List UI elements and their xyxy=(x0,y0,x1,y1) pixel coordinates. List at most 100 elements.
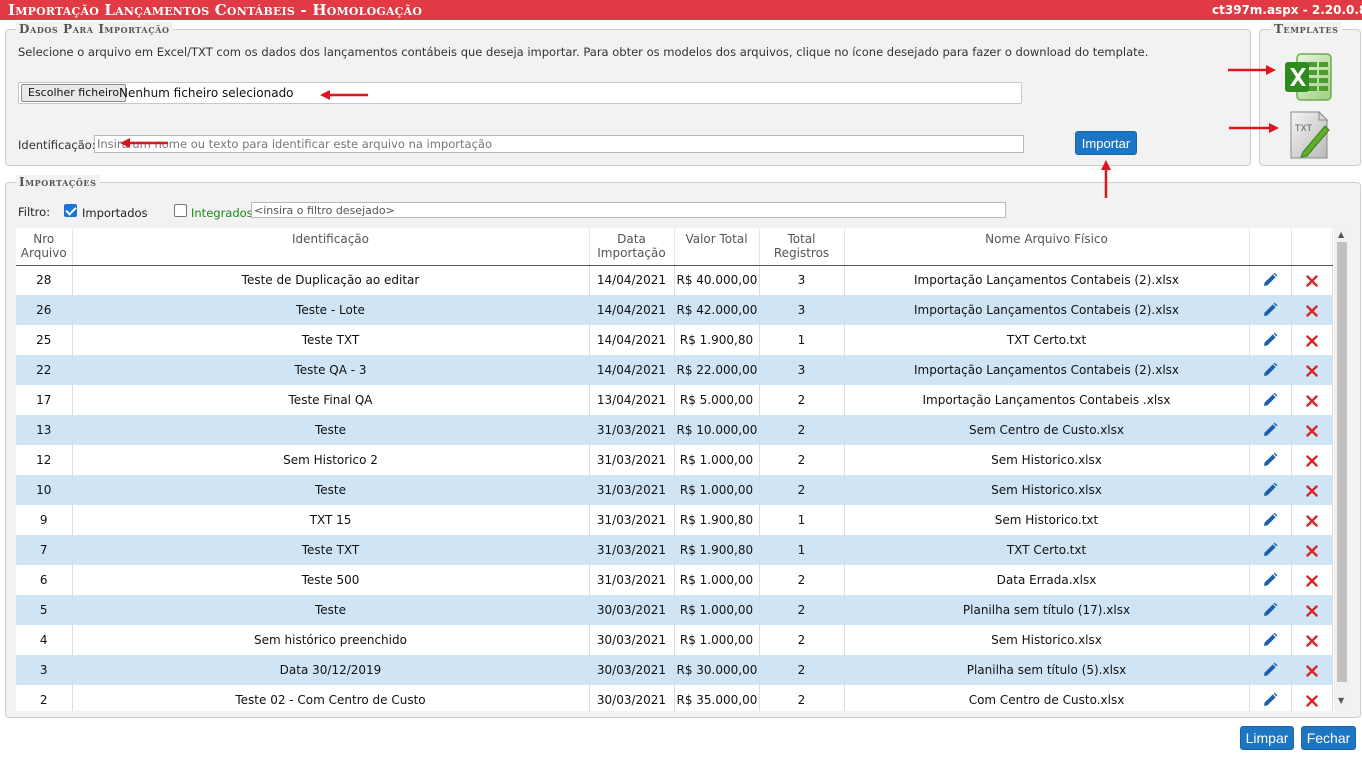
edit-icon[interactable] xyxy=(1262,512,1278,527)
table-row[interactable]: 2 Teste 02 - Com Centro de Custo 30/03/202… xyxy=(16,685,1333,711)
integrados-label[interactable]: Integrados xyxy=(191,206,253,220)
table-cell: R$ 1.000,00 xyxy=(674,475,760,505)
edit-cell[interactable] xyxy=(1249,475,1292,505)
limpar-button[interactable]: Limpar xyxy=(1240,726,1294,750)
table-cell: 30/03/2021 xyxy=(589,685,675,711)
edit-cell[interactable] xyxy=(1249,565,1292,595)
table-cell: R$ 5.000,00 xyxy=(674,385,760,415)
edit-cell[interactable] xyxy=(1249,505,1292,535)
edit-cell[interactable] xyxy=(1249,385,1292,415)
file-chooser[interactable]: Escolher ficheiro Nenhum ficheiro seleci… xyxy=(18,82,1022,104)
delete-icon[interactable] xyxy=(1305,573,1318,587)
edit-icon[interactable] xyxy=(1262,572,1278,587)
column-header: Nro Arquivo xyxy=(16,228,73,266)
scroll-down-icon[interactable]: ▼ xyxy=(1338,696,1344,705)
delete-cell[interactable] xyxy=(1291,295,1333,325)
grid-scrollbar[interactable]: ▲ ▼ xyxy=(1334,228,1350,711)
delete-icon[interactable] xyxy=(1305,603,1318,617)
delete-icon[interactable] xyxy=(1305,303,1318,317)
delete-cell[interactable] xyxy=(1291,685,1333,711)
filter-input[interactable] xyxy=(251,202,1006,218)
edit-cell[interactable] xyxy=(1249,355,1292,385)
delete-cell[interactable] xyxy=(1291,415,1333,445)
delete-cell[interactable] xyxy=(1291,475,1333,505)
delete-icon[interactable] xyxy=(1305,513,1318,527)
delete-icon[interactable] xyxy=(1305,333,1318,347)
table-cell: 22 xyxy=(16,355,73,385)
delete-cell[interactable] xyxy=(1291,385,1333,415)
txt-template-icon[interactable]: TXT xyxy=(1283,110,1333,160)
delete-icon[interactable] xyxy=(1305,543,1318,557)
delete-cell[interactable] xyxy=(1291,265,1333,295)
delete-cell[interactable] xyxy=(1291,505,1333,535)
table-row[interactable]: 9 TXT 15 31/03/2021 R$ 1.900,80 1 Sem Histori… xyxy=(16,505,1333,535)
delete-cell[interactable] xyxy=(1291,595,1333,625)
column-header: Data Importação xyxy=(589,228,675,266)
edit-icon[interactable] xyxy=(1262,632,1278,647)
importados-label[interactable]: Importados xyxy=(82,206,148,220)
edit-cell[interactable] xyxy=(1249,445,1292,475)
edit-icon[interactable] xyxy=(1262,392,1278,407)
identificacao-input[interactable] xyxy=(94,135,1024,153)
table-row[interactable]: 4 Sem histórico preenchido 30/03/2021 R$ 1.… xyxy=(16,625,1333,655)
delete-icon[interactable] xyxy=(1305,693,1318,707)
choose-file-button[interactable]: Escolher ficheiro xyxy=(21,84,127,102)
delete-icon[interactable] xyxy=(1305,483,1318,497)
delete-icon[interactable] xyxy=(1305,273,1318,287)
fechar-button[interactable]: Fechar xyxy=(1301,726,1356,750)
edit-icon[interactable] xyxy=(1262,302,1278,317)
table-row[interactable]: 26 Teste - Lote 14/04/2021 R$ 42.000,00 3 Imp… xyxy=(16,295,1333,325)
delete-cell[interactable] xyxy=(1291,325,1333,355)
delete-icon[interactable] xyxy=(1305,633,1318,647)
delete-cell[interactable] xyxy=(1291,625,1333,655)
edit-icon[interactable] xyxy=(1262,332,1278,347)
edit-icon[interactable] xyxy=(1262,452,1278,467)
edit-cell[interactable] xyxy=(1249,415,1292,445)
edit-icon[interactable] xyxy=(1262,662,1278,677)
delete-icon[interactable] xyxy=(1305,363,1318,377)
delete-cell[interactable] xyxy=(1291,535,1333,565)
edit-cell[interactable] xyxy=(1249,655,1292,685)
table-row[interactable]: 25 Teste TXT 14/04/2021 R$ 1.900,80 1 TXT Cer… xyxy=(16,325,1333,355)
edit-icon[interactable] xyxy=(1262,542,1278,557)
edit-icon[interactable] xyxy=(1262,602,1278,617)
edit-icon[interactable] xyxy=(1262,422,1278,437)
scroll-thumb[interactable] xyxy=(1337,242,1347,682)
table-row[interactable]: 13 Teste 31/03/2021 R$ 10.000,00 2 Sem Centro… xyxy=(16,415,1333,445)
table-row[interactable]: 3 Data 30/12/2019 30/03/2021 R$ 30.000,00 2 P… xyxy=(16,655,1333,685)
integrados-checkbox[interactable] xyxy=(174,204,187,217)
delete-cell[interactable] xyxy=(1291,355,1333,385)
scroll-up-icon[interactable]: ▲ xyxy=(1338,230,1344,239)
delete-icon[interactable] xyxy=(1305,453,1318,467)
importados-checkbox[interactable] xyxy=(64,204,77,217)
table-row[interactable]: 6 Teste 500 31/03/2021 R$ 1.000,00 2 Data Err… xyxy=(16,565,1333,595)
edit-cell[interactable] xyxy=(1249,595,1292,625)
table-cell: Importação Lançamentos Contabeis .xlsx xyxy=(844,385,1250,415)
table-row[interactable]: 17 Teste Final QA 13/04/2021 R$ 5.000,00 2 Im… xyxy=(16,385,1333,415)
delete-cell[interactable] xyxy=(1291,565,1333,595)
edit-icon[interactable] xyxy=(1262,482,1278,497)
table-row[interactable]: 28 Teste de Duplicação ao editar 14/04/202… xyxy=(16,265,1333,295)
excel-template-icon[interactable] xyxy=(1283,52,1333,102)
table-row[interactable]: 7 Teste TXT 31/03/2021 R$ 1.900,80 1 TXT Cert… xyxy=(16,535,1333,565)
edit-cell[interactable] xyxy=(1249,535,1292,565)
edit-icon[interactable] xyxy=(1262,362,1278,377)
edit-icon[interactable] xyxy=(1262,272,1278,287)
table-row[interactable]: 12 Sem Historico 2 31/03/2021 R$ 1.000,00 2 S… xyxy=(16,445,1333,475)
table-cell: 31/03/2021 xyxy=(589,505,675,535)
delete-icon[interactable] xyxy=(1305,393,1318,407)
edit-cell[interactable] xyxy=(1249,325,1292,355)
edit-cell[interactable] xyxy=(1249,685,1292,711)
edit-cell[interactable] xyxy=(1249,295,1292,325)
table-row[interactable]: 5 Teste 30/03/2021 R$ 1.000,00 2 Planilha sem… xyxy=(16,595,1333,625)
edit-icon[interactable] xyxy=(1262,692,1278,707)
table-row[interactable]: 22 Teste QA - 3 14/04/2021 R$ 22.000,00 3 Imp… xyxy=(16,355,1333,385)
edit-cell[interactable] xyxy=(1249,265,1292,295)
table-row[interactable]: 10 Teste 31/03/2021 R$ 1.000,00 2 Sem Histori… xyxy=(16,475,1333,505)
delete-icon[interactable] xyxy=(1305,663,1318,677)
edit-cell[interactable] xyxy=(1249,625,1292,655)
delete-cell[interactable] xyxy=(1291,655,1333,685)
delete-icon[interactable] xyxy=(1305,423,1318,437)
import-button[interactable]: Importar xyxy=(1075,131,1137,155)
delete-cell[interactable] xyxy=(1291,445,1333,475)
